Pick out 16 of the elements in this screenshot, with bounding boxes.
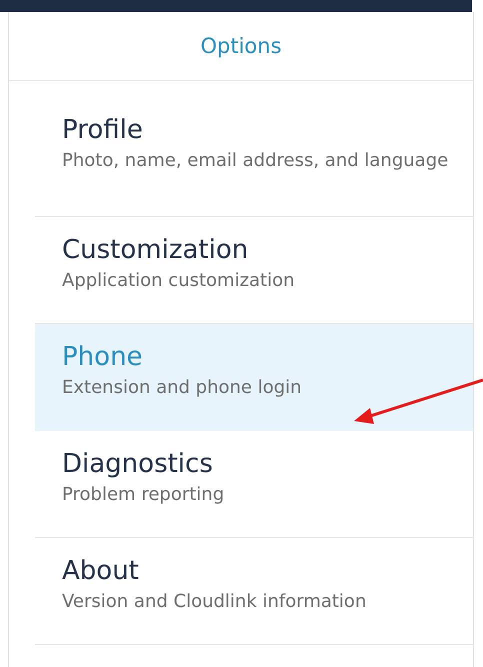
item-description: Extension and phone login xyxy=(62,376,303,400)
item-title: Customization xyxy=(62,235,250,265)
options-title: Options xyxy=(9,12,473,81)
item-description: Application customization xyxy=(62,269,296,292)
item-title: Profile xyxy=(62,115,144,145)
item-title: About xyxy=(62,556,140,586)
menu-item[interactable]: About Version and Cloudlink information xyxy=(35,538,473,645)
item-description: Photo, name, email address, and language xyxy=(62,149,450,172)
menu-item[interactable]: Profile Photo, name, email address, and language xyxy=(35,99,473,217)
menu-item[interactable]: Phone Extension and phone login xyxy=(35,324,473,431)
item-description: Problem reporting xyxy=(62,483,226,506)
item-title: Phone xyxy=(62,342,144,372)
menu-item[interactable]: Diagnostics Problem reporting xyxy=(35,431,473,538)
item-title: Diagnostics xyxy=(62,449,214,479)
arrow-icon xyxy=(352,378,483,426)
item-description: Version and Cloudlink information xyxy=(62,590,368,614)
